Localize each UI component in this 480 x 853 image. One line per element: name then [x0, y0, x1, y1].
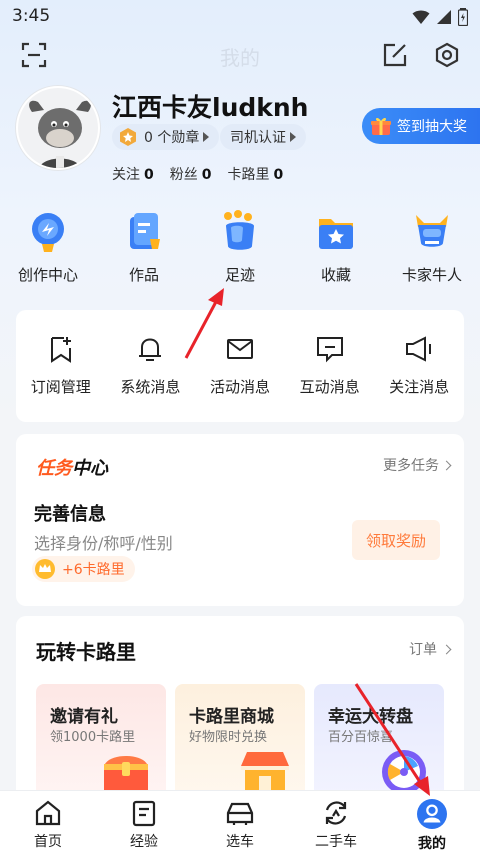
- chevron-right-icon: [441, 460, 452, 470]
- tab-label: 首页: [34, 834, 62, 850]
- wifi-icon: [412, 10, 430, 24]
- status-bar: 3:45: [0, 0, 480, 34]
- quick-creation-center[interactable]: 创作中心: [0, 210, 96, 290]
- more-tasks-link[interactable]: 更多任务: [383, 455, 452, 475]
- signin-label: 签到抽大奖: [397, 119, 467, 135]
- works-icon: [122, 210, 166, 254]
- tab-used-car[interactable]: 二手车: [288, 791, 384, 853]
- quick-actions: 创作中心 作品 足迹 收藏 卡家牛人: [0, 210, 480, 290]
- gift-icon: [371, 117, 391, 135]
- experience-icon: [132, 800, 156, 827]
- treasure-chest-icon: [104, 756, 148, 794]
- msg-label: 系统消息: [120, 378, 181, 396]
- msg-label: 关注消息: [389, 378, 450, 396]
- username: 江西卡友ludknh: [112, 93, 309, 122]
- play-calories-card: 玩转卡路里 订单 邀请有礼 领1000卡路里 卡路里商城 好物限时兑换 幸运大转…: [16, 616, 464, 806]
- stats-row: 关注 0 粉丝 0 卡路里 0: [112, 164, 283, 184]
- tab-home[interactable]: 首页: [0, 791, 96, 853]
- msg-subscribe[interactable]: 订阅管理: [16, 310, 106, 422]
- tab-profile[interactable]: 我的: [384, 791, 480, 853]
- promo-subtitle: 好物限时兑换: [189, 730, 268, 745]
- bottom-tab-bar: 首页 经验 选车 二手车 我的: [0, 790, 480, 853]
- chevron-right-icon: [441, 644, 452, 654]
- crown-coin-icon: [35, 559, 55, 579]
- play-title: 玩转卡路里: [36, 640, 136, 664]
- tab-label: 选车: [226, 834, 254, 850]
- quick-label: 作品: [128, 266, 159, 284]
- subscribe-icon: [50, 337, 71, 363]
- quick-label: 创作中心: [17, 266, 78, 284]
- promo-title: 邀请有礼: [50, 707, 118, 727]
- task-center-card: 任务中心 更多任务 完善信息 选择身份/称呼/性别 +6卡路里 领取奖励: [16, 434, 464, 606]
- stat-following[interactable]: 关注 0: [112, 164, 154, 184]
- promo-mall[interactable]: 卡路里商城 好物限时兑换: [175, 684, 305, 804]
- tab-experience[interactable]: 经验: [96, 791, 192, 853]
- status-time: 3:45: [12, 6, 51, 26]
- medal-icon: [120, 128, 136, 146]
- signal-icon: [437, 10, 451, 24]
- tab-label: 二手车: [315, 834, 357, 850]
- msg-system[interactable]: 系统消息: [106, 310, 196, 422]
- used-car-icon: [325, 801, 347, 825]
- quick-label: 足迹: [224, 266, 255, 284]
- tab-label: 我的: [418, 836, 446, 852]
- chip-arrow-icon: [290, 132, 296, 142]
- signin-lottery-button[interactable]: 签到抽大奖: [362, 108, 480, 144]
- battery-icon: [458, 8, 468, 26]
- mail-icon: [226, 339, 253, 359]
- quick-label: 收藏: [320, 266, 351, 284]
- task-title: 完善信息: [34, 504, 106, 525]
- edit-icon[interactable]: [380, 40, 410, 70]
- stat-fans[interactable]: 粉丝 0: [170, 164, 212, 184]
- quick-truck-expert[interactable]: 卡家牛人: [384, 210, 480, 290]
- home-icon: [35, 800, 61, 826]
- msg-label: 互动消息: [299, 378, 360, 396]
- quick-works[interactable]: 作品: [96, 210, 192, 290]
- orders-link[interactable]: 订单: [409, 639, 452, 659]
- favorites-icon: [314, 210, 358, 254]
- top-bar: 我的: [0, 36, 480, 76]
- quick-favorites[interactable]: 收藏: [288, 210, 384, 290]
- chip-arrow-icon: [203, 132, 210, 142]
- tab-label: 经验: [130, 834, 158, 850]
- scan-icon[interactable]: [19, 40, 49, 70]
- chat-icon: [316, 337, 343, 363]
- driver-auth-chip[interactable]: 司机认证: [220, 124, 306, 150]
- promo-subtitle: 领1000卡路里: [50, 730, 136, 745]
- speaker-icon: [406, 336, 432, 362]
- quick-label: 卡家牛人: [401, 266, 462, 284]
- profile-icon: [417, 799, 447, 829]
- system-icons: [412, 8, 468, 26]
- badges-chip[interactable]: 0 个勋章: [112, 124, 220, 150]
- truck-expert-icon: [410, 210, 454, 254]
- messages-card: 订阅管理 系统消息 活动消息 互动消息 关注消息: [16, 310, 464, 422]
- tab-car-select[interactable]: 选车: [192, 791, 288, 853]
- promo-invite[interactable]: 邀请有礼 领1000卡路里: [36, 684, 166, 804]
- msg-interaction[interactable]: 互动消息: [285, 310, 375, 422]
- promo-title: 卡路里商城: [189, 707, 274, 727]
- badges-label: 0 个勋章: [144, 130, 200, 146]
- msg-label: 订阅管理: [30, 378, 91, 396]
- quick-footprint[interactable]: 足迹: [192, 210, 288, 290]
- footprint-icon: [218, 210, 262, 254]
- msg-label: 活动消息: [209, 378, 270, 396]
- claim-reward-button[interactable]: 领取奖励: [352, 520, 440, 560]
- bell-icon: [139, 338, 162, 361]
- driver-auth-label: 司机认证: [230, 130, 286, 146]
- promo-wheel[interactable]: 幸运大转盘 百分百惊喜: [314, 684, 444, 804]
- shop-icon: [241, 752, 289, 794]
- task-desc: 选择身份/称呼/性别: [34, 534, 173, 553]
- promo-title: 幸运大转盘: [328, 707, 413, 727]
- msg-follow[interactable]: 关注消息: [374, 310, 464, 422]
- settings-icon[interactable]: [432, 40, 462, 70]
- stat-calories[interactable]: 卡路里 0: [228, 164, 284, 184]
- msg-activity[interactable]: 活动消息: [195, 310, 285, 422]
- avatar[interactable]: [16, 86, 100, 170]
- task-center-title: 任务中心: [36, 458, 108, 479]
- car-select-icon: [226, 802, 254, 825]
- reward-badge: +6卡路里: [32, 556, 135, 582]
- creation-center-icon: [26, 210, 70, 254]
- profile-section: 江西卡友ludknh 0 个勋章 司机认证 关注 0 粉丝 0 卡路里 0 签到抽大奖: [0, 84, 480, 194]
